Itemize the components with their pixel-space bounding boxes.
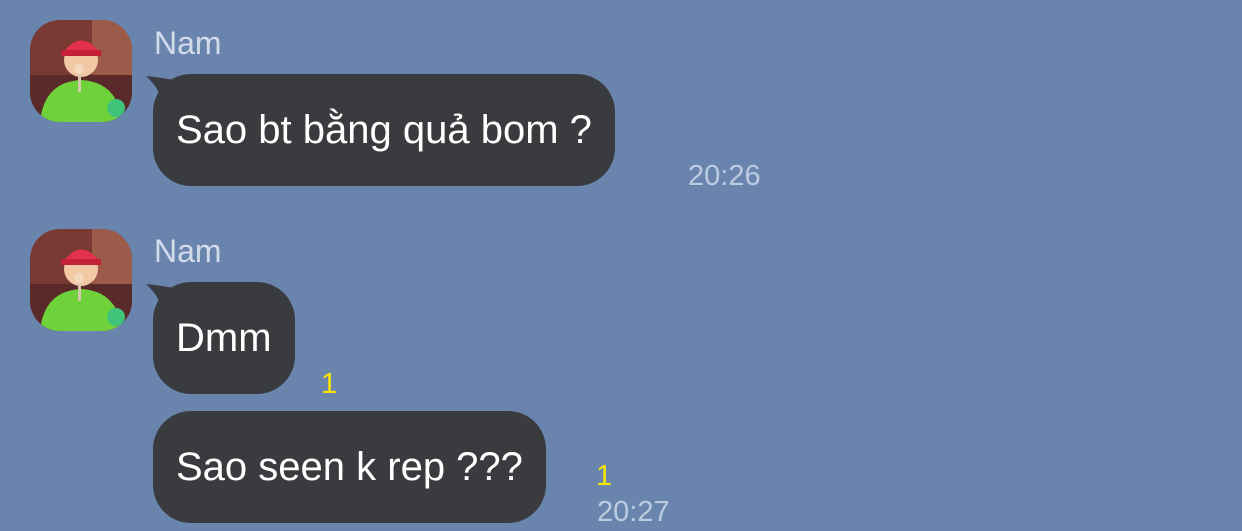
message-text: Dmm bbox=[176, 316, 272, 360]
sender-name: Nam bbox=[154, 233, 222, 269]
sender-name: Nam bbox=[154, 25, 222, 61]
message-bubble[interactable]: Sao bt bằng quả bom ? bbox=[153, 74, 615, 186]
sender-avatar[interactable] bbox=[30, 20, 132, 122]
unread-count: 1 bbox=[321, 368, 338, 400]
user-avatar-icon bbox=[30, 229, 132, 331]
message-timestamp: 20:26 bbox=[688, 160, 761, 192]
user-avatar-icon bbox=[30, 20, 132, 122]
message-timestamp: 20:27 bbox=[597, 496, 670, 528]
unread-count: 1 bbox=[596, 460, 613, 492]
message-text: Sao bt bằng quả bom ? bbox=[176, 108, 592, 152]
message-bubble[interactable]: Dmm bbox=[153, 282, 295, 394]
sender-avatar[interactable] bbox=[30, 229, 132, 331]
chat-screen: { "messages": [ { "sender": "Nam", "avat… bbox=[0, 0, 1242, 531]
message-bubble[interactable]: Sao seen k rep ??? bbox=[153, 411, 546, 523]
message-text: Sao seen k rep ??? bbox=[176, 445, 523, 489]
